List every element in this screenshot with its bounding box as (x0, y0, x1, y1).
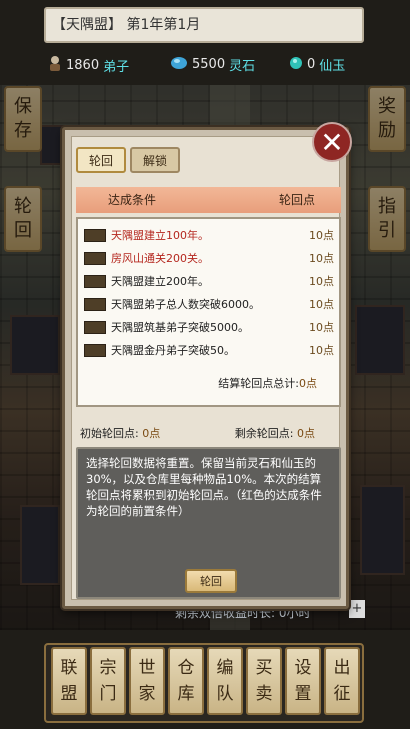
spirit-stone-icon (170, 56, 188, 74)
condition-checkbox (84, 251, 106, 265)
close-button[interactable]: ✕ (312, 122, 352, 162)
conditions-header: 达成条件 轮回点 (76, 187, 341, 213)
remaining-points: 剩余轮回点: 0点 (235, 425, 315, 441)
nav-trade-button[interactable]: 买卖 (246, 647, 282, 715)
condition-points: 10点 (309, 229, 334, 242)
bottom-bar: 联盟 宗门 世家 仓库 编队 买卖 设置 出征 (0, 630, 410, 729)
condition-row: 天隅盟筑基弟子突破5000。 10点 (84, 317, 334, 337)
description-text: 选择轮回数据将重置。保留当前灵石和仙玉的30%，以及仓库里每种物品10%。本次的… (86, 456, 322, 518)
condition-row: 天隅盟金丹弟子突破50。 10点 (84, 340, 334, 360)
nav-warehouse-button[interactable]: 仓库 (168, 647, 204, 715)
jade-icon (289, 56, 303, 74)
disciple-icon (48, 55, 62, 75)
condition-row: 天隅盟建立200年。 10点 (84, 271, 334, 291)
remaining-points-value: 0点 (297, 427, 315, 440)
nav-sect-button[interactable]: 宗门 (90, 647, 126, 715)
total-points: 结算轮回点总计:0点 (218, 375, 317, 391)
condition-text: 天隅盟弟子总人数突破6000。 (111, 298, 260, 311)
condition-checkbox (84, 320, 106, 334)
jade-count: 0 (307, 57, 316, 72)
top-bar: 【天隅盟】 第1年第1月 1860 弟子 5500 灵石 0 仙玉 (0, 0, 410, 85)
nav-family-button[interactable]: 世家 (129, 647, 165, 715)
nav-formation-button[interactable]: 编队 (207, 647, 243, 715)
condition-points: 10点 (309, 275, 334, 288)
spirit-stone-label: 灵石 (229, 59, 256, 74)
conditions-list: 天隅盟建立100年。 10点 房风山通关200关。 10点 天隅盟建立200年。… (76, 217, 341, 407)
tab-reincarnate[interactable]: 轮回 (76, 147, 126, 173)
remaining-points-label: 剩余轮回点: (234, 427, 294, 440)
condition-points: 10点 (309, 344, 334, 357)
nav-alliance-button[interactable]: 联盟 (51, 647, 87, 715)
initial-points-value: 0点 (142, 427, 161, 440)
disciple-label: 弟子 (103, 59, 130, 75)
nav-expedition-button[interactable]: 出征 (324, 647, 360, 715)
panel-body: 轮回 解锁 达成条件 轮回点 天隅盟建立100年。 10点 房风山通关200关。… (71, 136, 341, 600)
close-icon: ✕ (320, 125, 344, 159)
condition-points: 10点 (309, 298, 334, 311)
disciple-count: 1860 (66, 57, 100, 73)
points-column-header: 轮回点 (278, 193, 315, 207)
condition-text: 房风山通关200关。 (111, 252, 209, 265)
condition-text: 天隅盟建立200年。 (111, 275, 209, 288)
condition-row: 房风山通关200关。 10点 (84, 248, 334, 268)
initial-points-label: 初始轮回点: (80, 427, 139, 440)
initial-points: 初始轮回点: 0点 (80, 425, 160, 441)
panel-tabs: 轮回 解锁 (76, 147, 180, 173)
reincarnation-panel: 轮回 解锁 达成条件 轮回点 天隅盟建立100年。 10点 房风山通关200关。… (62, 127, 349, 609)
condition-checkbox (84, 297, 106, 311)
sect-title: 【天隅盟】 第1年第1月 (44, 7, 364, 43)
spirit-stone-count: 5500 (192, 57, 226, 72)
add-time-button[interactable]: + (349, 600, 365, 618)
condition-points: 10点 (309, 252, 334, 265)
condition-checkbox (84, 228, 106, 242)
condition-row: 天隅盟弟子总人数突破6000。 10点 (84, 294, 334, 314)
spirit-stone-resource: 5500 灵石 (170, 55, 255, 74)
total-points-value: 0点 (299, 377, 317, 390)
condition-points: 10点 (309, 321, 334, 334)
disciple-resource: 1860 弟子 (48, 55, 129, 75)
total-points-label: 结算轮回点总计: (218, 377, 299, 390)
condition-text: 天隅盟筑基弟子突破5000。 (111, 321, 249, 334)
jade-label: 仙玉 (319, 59, 346, 74)
condition-checkbox (84, 274, 106, 288)
condition-checkbox (84, 343, 106, 357)
condition-column-header: 达成条件 (108, 193, 157, 207)
tab-unlock[interactable]: 解锁 (130, 147, 180, 173)
condition-row: 天隅盟建立100年。 10点 (84, 225, 334, 245)
jade-resource: 0 仙玉 (289, 55, 345, 74)
condition-text: 天隅盟金丹弟子突破50。 (111, 344, 235, 357)
reincarnate-button[interactable]: 轮回 (185, 569, 237, 593)
condition-text: 天隅盟建立100年。 (111, 229, 209, 242)
nav-settings-button[interactable]: 设置 (285, 647, 321, 715)
